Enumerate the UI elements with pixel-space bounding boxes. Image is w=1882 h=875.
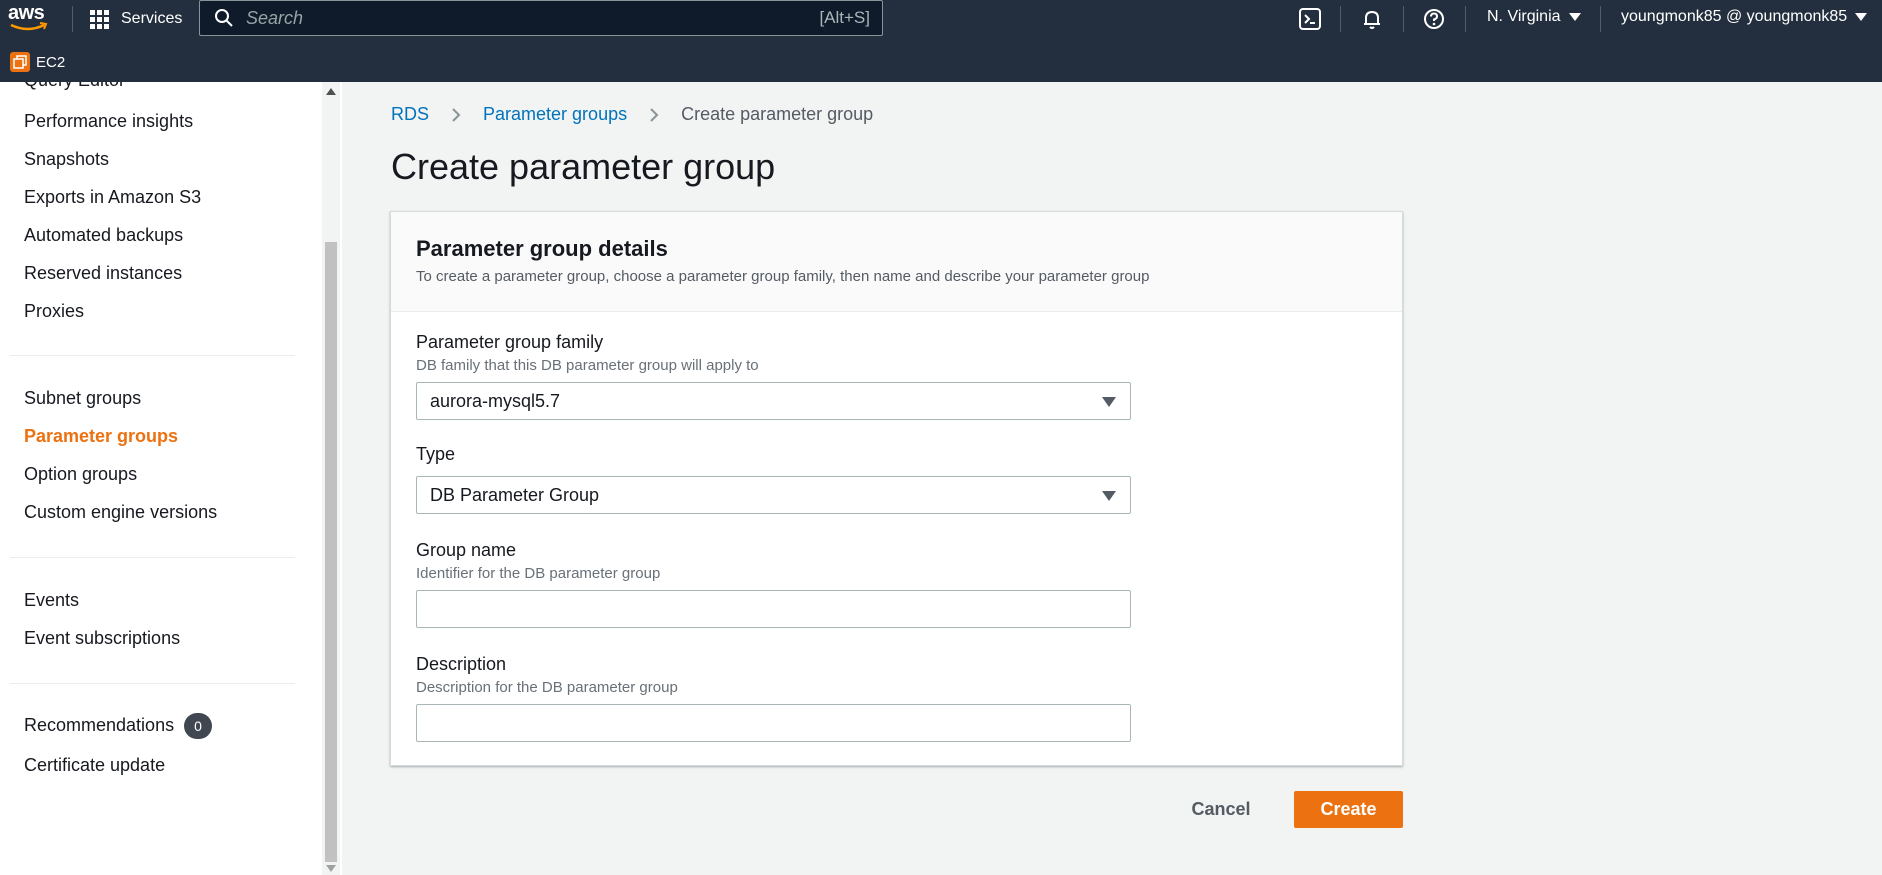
description-field-description: Description for the DB parameter group — [416, 679, 678, 696]
sidebar-divider — [10, 557, 295, 558]
sidebar-item-option-groups[interactable]: Option groups — [24, 464, 137, 485]
services-label: Services — [121, 10, 183, 27]
create-button[interactable]: Create — [1294, 791, 1403, 828]
aws-logo[interactable]: aws — [8, 2, 50, 34]
search-input[interactable] — [246, 7, 820, 29]
page-title: Create parameter group — [391, 146, 776, 187]
ec2-service-icon[interactable] — [10, 52, 30, 72]
nav-divider — [72, 6, 73, 32]
breadcrumb: RDS Parameter groups Create parameter gr… — [391, 104, 873, 125]
sidebar-divider — [10, 355, 295, 356]
sidebar-item-reserved-instances[interactable]: Reserved instances — [24, 263, 182, 284]
breadcrumb-current: Create parameter group — [681, 104, 874, 124]
recommendations-label: Recommendations — [24, 714, 175, 735]
group-name-description: Identifier for the DB parameter group — [416, 565, 661, 582]
region-label: N. Virginia — [1487, 8, 1561, 25]
cloudshell-icon[interactable] — [1297, 6, 1323, 32]
grid-icon — [90, 9, 109, 29]
breadcrumb-rds[interactable]: RDS — [391, 104, 429, 125]
top-nav-row: aws Services [Alt+S] — [0, 0, 1882, 38]
type-select-value: DB Parameter Group — [430, 484, 600, 505]
chevron-right-icon — [452, 107, 461, 122]
panel-title: Parameter group details — [416, 236, 668, 261]
sidebar-item-performance-insights[interactable]: Performance insights — [24, 111, 193, 132]
type-select[interactable]: DB Parameter Group — [416, 476, 1131, 514]
caret-down-icon — [1568, 13, 1581, 21]
recommendations-count-badge: 0 — [184, 713, 213, 739]
services-button[interactable]: Services — [90, 6, 182, 32]
scroll-down-arrow-icon[interactable] — [326, 865, 336, 872]
service-bar: EC2 — [0, 50, 65, 74]
panel-header: Parameter group details To create a para… — [391, 212, 1402, 312]
user-menu[interactable]: youngmonk85 @ youngmonk85 — [1621, 8, 1868, 26]
family-select-value: aurora-mysql5.7 — [430, 390, 561, 411]
group-name-input[interactable] — [416, 590, 1131, 628]
nav-divider — [1465, 6, 1466, 32]
top-navigation: aws Services [Alt+S] — [0, 0, 1882, 82]
sidebar: Query Editor Performance insights Snapsh… — [0, 82, 342, 875]
description-input[interactable] — [416, 704, 1131, 742]
family-description: DB family that this DB parameter group w… — [416, 357, 759, 374]
sidebar-item-custom-engine-versions[interactable]: Custom engine versions — [24, 502, 217, 523]
sidebar-item-query-editor[interactable]: Query Editor — [24, 82, 125, 91]
family-label: Parameter group family — [416, 332, 604, 352]
sidebar-item-automated-backups[interactable]: Automated backups — [24, 225, 183, 246]
caret-down-icon — [1102, 397, 1116, 407]
search-box[interactable]: [Alt+S] — [199, 0, 883, 36]
sidebar-scrollbar-thumb[interactable] — [325, 242, 337, 862]
user-label: youngmonk85 @ youngmonk85 — [1621, 8, 1848, 25]
panel-description: To create a parameter group, choose a pa… — [416, 268, 1150, 285]
sidebar-divider — [10, 683, 295, 684]
nav-divider — [1340, 6, 1341, 32]
caret-down-icon — [1855, 13, 1868, 21]
caret-down-icon — [1102, 491, 1116, 501]
breadcrumb-parameter-groups[interactable]: Parameter groups — [483, 104, 627, 125]
nav-divider — [1600, 6, 1601, 32]
aws-smile-icon — [10, 22, 48, 31]
chevron-right-icon — [650, 107, 659, 122]
scroll-up-arrow-icon[interactable] — [326, 88, 336, 95]
sidebar-item-events[interactable]: Events — [24, 590, 79, 611]
sidebar-item-exports-s3[interactable]: Exports in Amazon S3 — [24, 187, 201, 208]
sidebar-item-recommendations[interactable]: Recommendations 0 — [24, 713, 213, 739]
sidebar-item-event-subscriptions[interactable]: Event subscriptions — [24, 628, 180, 649]
cancel-button[interactable]: Cancel — [1180, 791, 1262, 827]
region-selector[interactable]: N. Virginia — [1487, 8, 1581, 26]
sidebar-item-proxies[interactable]: Proxies — [24, 301, 84, 322]
sidebar-item-snapshots[interactable]: Snapshots — [24, 149, 109, 170]
sidebar-item-parameter-groups[interactable]: Parameter groups — [24, 426, 178, 447]
description-label: Description — [416, 654, 507, 674]
family-select[interactable]: aurora-mysql5.7 — [416, 382, 1131, 420]
help-icon[interactable] — [1421, 6, 1447, 32]
parameter-group-details-panel: Parameter group details To create a para… — [390, 211, 1403, 766]
group-name-label: Group name — [416, 540, 517, 560]
ec2-service-link[interactable]: EC2 — [36, 54, 65, 71]
search-shortcut: [Alt+S] — [819, 8, 870, 27]
sidebar-item-certificate-update[interactable]: Certificate update — [24, 755, 165, 776]
nav-divider — [1403, 6, 1404, 32]
type-label: Type — [416, 444, 456, 464]
bell-icon[interactable] — [1359, 6, 1385, 32]
sidebar-item-subnet-groups[interactable]: Subnet groups — [24, 388, 141, 409]
search-icon — [215, 9, 233, 27]
